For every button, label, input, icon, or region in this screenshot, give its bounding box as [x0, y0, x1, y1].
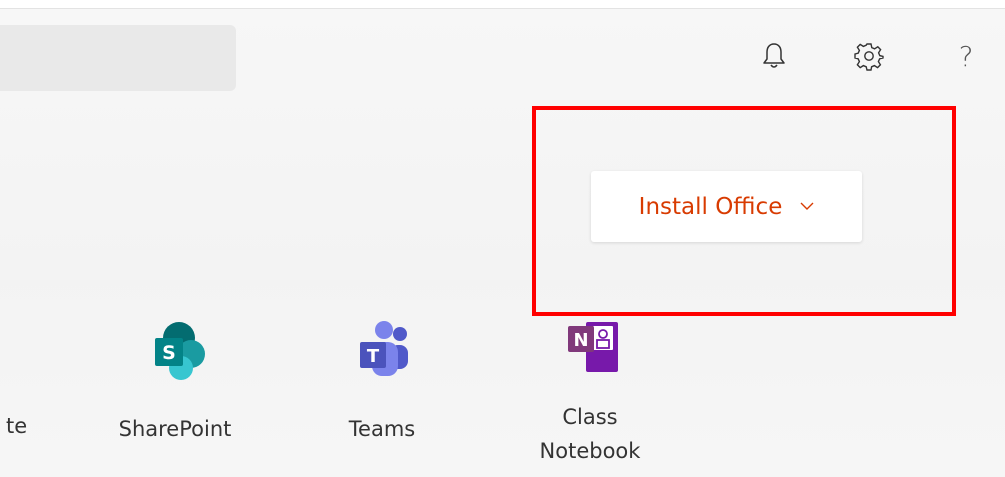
settings-button[interactable]	[853, 38, 885, 74]
app-label-teams: Teams	[348, 417, 416, 441]
install-office-button[interactable]: Install Office	[591, 171, 862, 242]
sharepoint-icon: S	[155, 322, 205, 380]
class-notebook-icon: N	[568, 322, 618, 372]
help-icon: ?	[958, 39, 974, 73]
chevron-down-icon	[800, 202, 814, 210]
notifications-button[interactable]	[758, 38, 790, 74]
svg-text:T: T	[367, 346, 380, 367]
svg-text:S: S	[162, 342, 176, 364]
app-label-class-notebook: Class Notebook	[540, 400, 641, 468]
app-label-class-notebook-line2: Notebook	[539, 439, 641, 463]
install-office-label: Install Office	[638, 193, 783, 220]
app-label-class-notebook-line1: Class	[562, 405, 618, 429]
partial-app-label: te	[6, 414, 28, 438]
bell-icon	[763, 43, 785, 68]
app-tile-class-notebook[interactable]: N Class Notebook	[505, 318, 675, 468]
help-button[interactable]: ?	[950, 38, 982, 74]
top-bar-edge	[0, 0, 1005, 9]
app-tile-teams[interactable]: T Teams	[297, 318, 467, 446]
gear-icon	[854, 43, 884, 71]
teams-icon: T	[360, 321, 408, 376]
search-input[interactable]	[0, 25, 236, 91]
app-label-sharepoint: SharePoint	[118, 417, 232, 441]
app-tile-sharepoint[interactable]: S SharePoint	[90, 318, 260, 446]
svg-text:N: N	[573, 330, 588, 351]
